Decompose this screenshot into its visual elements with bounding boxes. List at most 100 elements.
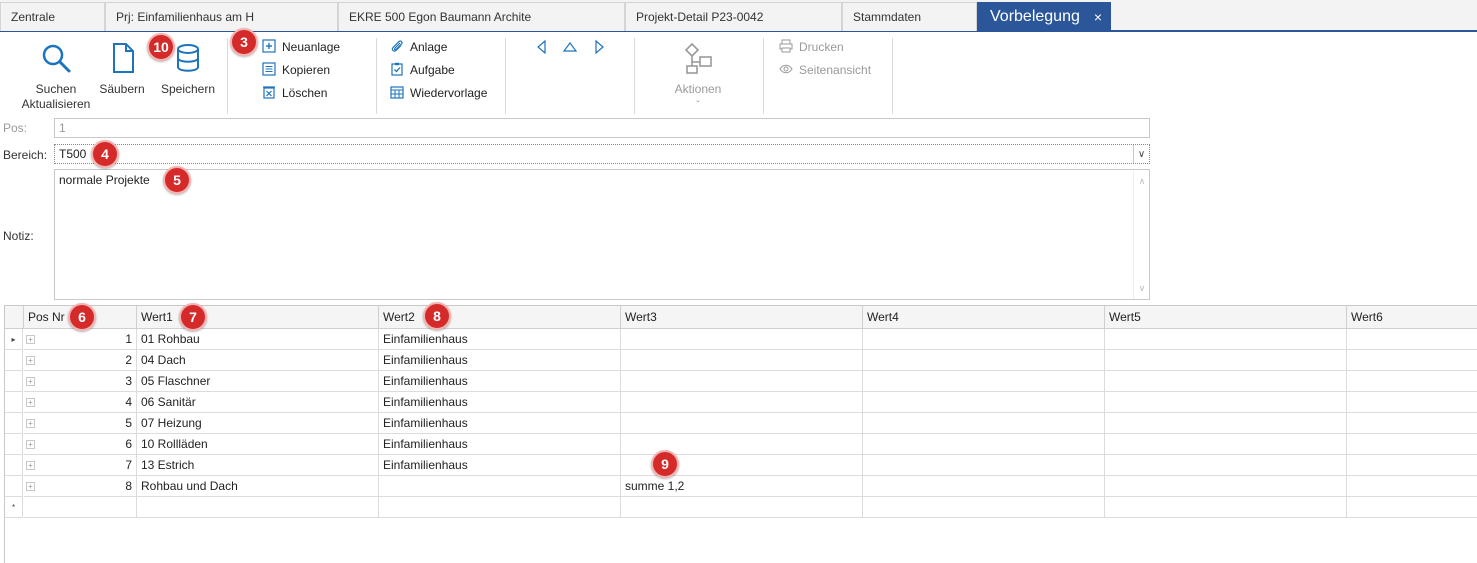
column-header-wert2[interactable]: Wert2 [379, 306, 621, 329]
bereich-select[interactable]: T500 ∨ [54, 144, 1150, 164]
chevron-down-icon[interactable]: ∨ [1133, 145, 1149, 163]
table-cell[interactable] [1105, 476, 1347, 497]
pos-field[interactable]: 1 [54, 118, 1150, 138]
expand-icon[interactable]: + [26, 461, 35, 470]
table-cell[interactable]: +6 [24, 434, 137, 455]
table-cell[interactable]: Einfamilienhaus [379, 413, 621, 434]
table-cell[interactable] [137, 497, 379, 518]
column-header-wert6[interactable]: Wert6 [1347, 306, 1477, 329]
table-cell[interactable]: +1 [24, 329, 137, 350]
table-cell[interactable]: +8 [24, 476, 137, 497]
table-row[interactable]: ▸ +1 01 Rohbau Einfamilienhaus [5, 329, 1477, 350]
table-cell[interactable] [863, 392, 1105, 413]
table-cell[interactable] [1347, 350, 1477, 371]
next-icon[interactable] [592, 40, 606, 54]
table-cell[interactable]: 01 Rohbau [137, 329, 379, 350]
tab-vorbelegung[interactable]: Vorbelegung × [977, 2, 1111, 31]
clear-button[interactable]: Säubern [94, 38, 150, 97]
row-indicator[interactable] [5, 392, 23, 413]
tab-stammdaten[interactable]: Stammdaten [842, 2, 977, 31]
close-icon[interactable]: × [1094, 3, 1102, 31]
page-preview-button[interactable]: Seitenansicht [779, 60, 871, 80]
table-row[interactable]: +6 10 Rollläden Einfamilienhaus [5, 434, 1477, 455]
table-cell[interactable]: Einfamilienhaus [379, 455, 621, 476]
table-cell[interactable] [1105, 392, 1347, 413]
delete-button[interactable]: Löschen [262, 83, 327, 103]
table-row[interactable]: +2 04 Dach Einfamilienhaus [5, 350, 1477, 371]
table-cell[interactable] [621, 413, 863, 434]
expand-icon[interactable]: + [26, 482, 35, 491]
table-cell[interactable] [863, 350, 1105, 371]
expand-icon[interactable]: + [26, 419, 35, 428]
table-cell[interactable]: Einfamilienhaus [379, 350, 621, 371]
search-refresh-button[interactable]: Suchen Aktualisieren [14, 38, 98, 112]
column-header-wert1[interactable]: Wert1 [137, 306, 379, 329]
table-cell[interactable]: 07 Heizung [137, 413, 379, 434]
table-cell[interactable] [863, 455, 1105, 476]
table-cell[interactable] [863, 413, 1105, 434]
row-indicator[interactable] [5, 476, 23, 497]
up-icon[interactable] [563, 40, 577, 54]
table-cell[interactable] [1105, 497, 1347, 518]
copy-button[interactable]: Kopieren [262, 60, 330, 80]
follow-up-button[interactable]: Wiedervorlage [390, 83, 487, 103]
table-cell[interactable] [24, 497, 137, 518]
table-cell[interactable]: +5 [24, 413, 137, 434]
table-cell[interactable] [863, 371, 1105, 392]
table-row[interactable]: +7 13 Estrich Einfamilienhaus [5, 455, 1477, 476]
table-row[interactable]: +5 07 Heizung Einfamilienhaus [5, 413, 1477, 434]
row-indicator[interactable] [5, 371, 23, 392]
tab-projekt[interactable]: Prj: Einfamilienhaus am H [105, 2, 338, 31]
row-indicator[interactable] [5, 413, 23, 434]
table-cell[interactable]: +2 [24, 350, 137, 371]
column-header-wert4[interactable]: Wert4 [863, 306, 1105, 329]
expand-icon[interactable]: + [26, 335, 35, 344]
table-cell[interactable] [1105, 434, 1347, 455]
table-cell[interactable] [863, 434, 1105, 455]
table-cell[interactable]: 10 Rollläden [137, 434, 379, 455]
table-cell[interactable]: Einfamilienhaus [379, 434, 621, 455]
table-cell[interactable] [1347, 392, 1477, 413]
expand-icon[interactable]: + [26, 398, 35, 407]
table-cell[interactable] [379, 497, 621, 518]
task-button[interactable]: Aufgabe [390, 60, 455, 80]
table-cell[interactable] [1347, 413, 1477, 434]
row-indicator[interactable] [5, 350, 23, 371]
table-cell[interactable] [863, 497, 1105, 518]
scroll-up-icon[interactable]: ∧ [1134, 172, 1150, 190]
print-button[interactable]: Drucken [779, 37, 844, 57]
new-row[interactable]: * [5, 497, 1477, 518]
column-header-wert3[interactable]: Wert3 [621, 306, 863, 329]
tab-projekt-detail[interactable]: Projekt-Detail P23-0042 [625, 2, 842, 31]
column-header-wert5[interactable]: Wert5 [1105, 306, 1347, 329]
tab-ekre[interactable]: EKRE 500 Egon Baumann Archite [338, 2, 625, 31]
expand-icon[interactable]: + [26, 377, 35, 386]
table-cell[interactable] [863, 476, 1105, 497]
table-cell[interactable]: 13 Estrich [137, 455, 379, 476]
table-cell[interactable] [1105, 371, 1347, 392]
table-cell[interactable] [621, 329, 863, 350]
table-cell[interactable]: 04 Dach [137, 350, 379, 371]
table-cell[interactable] [621, 392, 863, 413]
table-cell[interactable]: 06 Sanitär [137, 392, 379, 413]
table-cell[interactable] [1105, 329, 1347, 350]
table-cell[interactable]: +7 [24, 455, 137, 476]
notiz-textarea[interactable]: normale Projekte ∧ ∨ [54, 169, 1150, 300]
new-entry-button[interactable]: Neuanlage [262, 37, 340, 57]
table-cell[interactable]: Einfamilienhaus [379, 329, 621, 350]
expand-icon[interactable]: + [26, 356, 35, 365]
table-cell[interactable] [1347, 434, 1477, 455]
table-cell[interactable]: summe 1,2 [621, 476, 863, 497]
previous-icon[interactable] [535, 40, 549, 54]
table-cell[interactable]: Einfamilienhaus [379, 371, 621, 392]
row-indicator[interactable] [5, 434, 23, 455]
table-cell[interactable]: 05 Flaschner [137, 371, 379, 392]
table-cell[interactable] [1347, 476, 1477, 497]
scroll-down-icon[interactable]: ∨ [1134, 279, 1150, 297]
table-cell[interactable] [1347, 497, 1477, 518]
expand-icon[interactable]: + [26, 440, 35, 449]
attachment-button[interactable]: Anlage [390, 37, 447, 57]
table-cell[interactable] [379, 476, 621, 497]
table-cell[interactable] [621, 497, 863, 518]
row-indicator[interactable]: ▸ [5, 329, 23, 350]
